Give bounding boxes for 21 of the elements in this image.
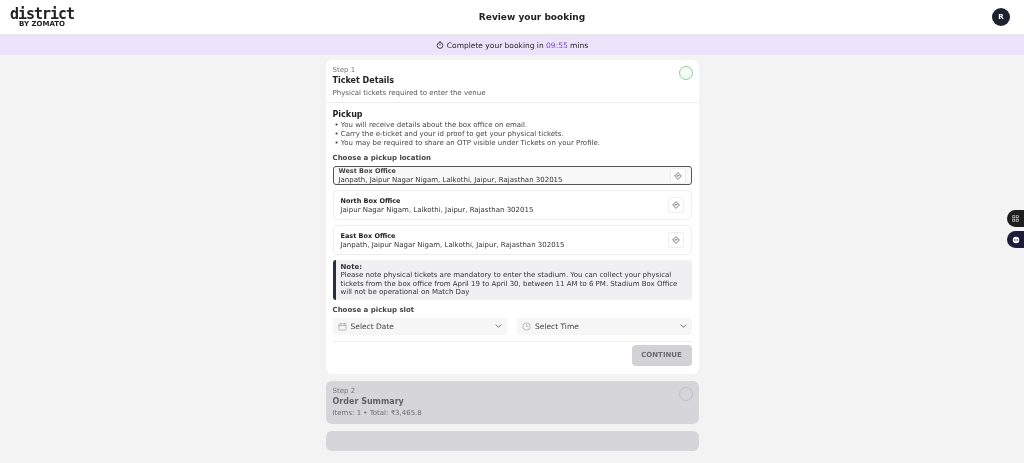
grid-button[interactable] xyxy=(1007,210,1024,227)
directions-button[interactable] xyxy=(667,197,684,213)
section-heading: Pickup xyxy=(332,110,364,119)
chat-bot-button[interactable] xyxy=(1007,231,1024,248)
page-title: Review your booking xyxy=(478,12,586,22)
calendar-icon xyxy=(337,321,347,331)
stopwatch-icon xyxy=(435,41,444,49)
directions-icon xyxy=(671,201,680,209)
chevron-down-icon xyxy=(495,324,502,328)
step-status-icon xyxy=(678,66,693,80)
clock-icon xyxy=(522,321,531,331)
directions-button[interactable] xyxy=(667,232,684,248)
directions-icon xyxy=(673,171,682,180)
chevron-down-icon xyxy=(679,324,687,328)
grid-icon xyxy=(1012,215,1019,222)
logo[interactable]: district xyxy=(9,6,75,21)
directions-icon xyxy=(671,236,680,244)
step-title: Ticket Details xyxy=(332,76,396,85)
bot-face-icon xyxy=(1011,235,1020,244)
directions-button[interactable] xyxy=(669,167,686,184)
step-title: Order Summary xyxy=(332,396,405,406)
